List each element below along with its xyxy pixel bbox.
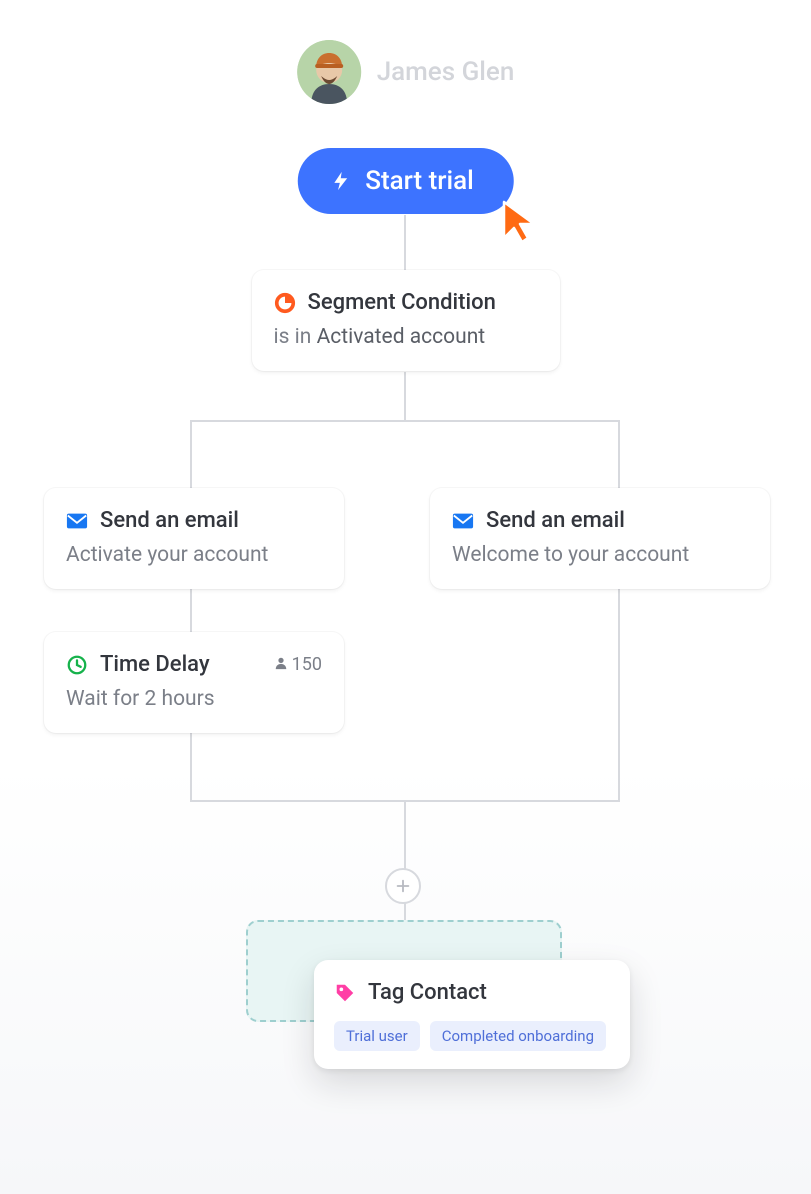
contact-count: 150 <box>274 654 322 675</box>
node-subtitle: Welcome to your account <box>452 543 748 567</box>
node-send-email-right[interactable]: Send an email Welcome to your account <box>430 488 770 589</box>
node-title: Send an email <box>100 508 239 533</box>
start-trial-label: Start trial <box>365 166 473 196</box>
node-title: Tag Contact <box>368 980 487 1005</box>
connector <box>190 420 620 422</box>
avatar <box>297 40 361 104</box>
node-subtitle: Wait for 2 hours <box>66 687 322 711</box>
connector <box>404 372 406 420</box>
connector <box>190 420 192 800</box>
user-header: James Glen <box>297 40 515 104</box>
node-title: Segment Condition <box>308 290 496 315</box>
tag-chip[interactable]: Trial user <box>334 1021 420 1051</box>
node-tag-contact[interactable]: Tag Contact Trial user Completed onboard… <box>314 960 630 1069</box>
start-trial-button[interactable]: Start trial <box>297 148 513 214</box>
mail-icon <box>452 510 474 532</box>
segment-icon <box>274 292 296 314</box>
cursor-icon <box>500 198 544 250</box>
node-subtitle: Activate your account <box>66 543 322 567</box>
tag-chip[interactable]: Completed onboarding <box>430 1021 606 1051</box>
clock-icon <box>66 654 88 676</box>
user-name: James Glen <box>377 57 515 87</box>
tag-icon <box>334 982 356 1004</box>
node-title: Time Delay <box>100 652 210 677</box>
mail-icon <box>66 510 88 532</box>
node-subtitle: is in Activated account <box>274 325 538 349</box>
node-send-email-left[interactable]: Send an email Activate your account <box>44 488 344 589</box>
lightning-icon <box>329 170 351 192</box>
person-icon <box>274 654 288 675</box>
node-time-delay[interactable]: Time Delay 150 Wait for 2 hours <box>44 632 344 733</box>
node-title: Send an email <box>486 508 625 533</box>
node-segment-condition[interactable]: Segment Condition is in Activated accoun… <box>252 270 560 371</box>
connector <box>618 420 620 800</box>
add-node-button[interactable] <box>385 868 421 904</box>
connector <box>404 215 406 270</box>
